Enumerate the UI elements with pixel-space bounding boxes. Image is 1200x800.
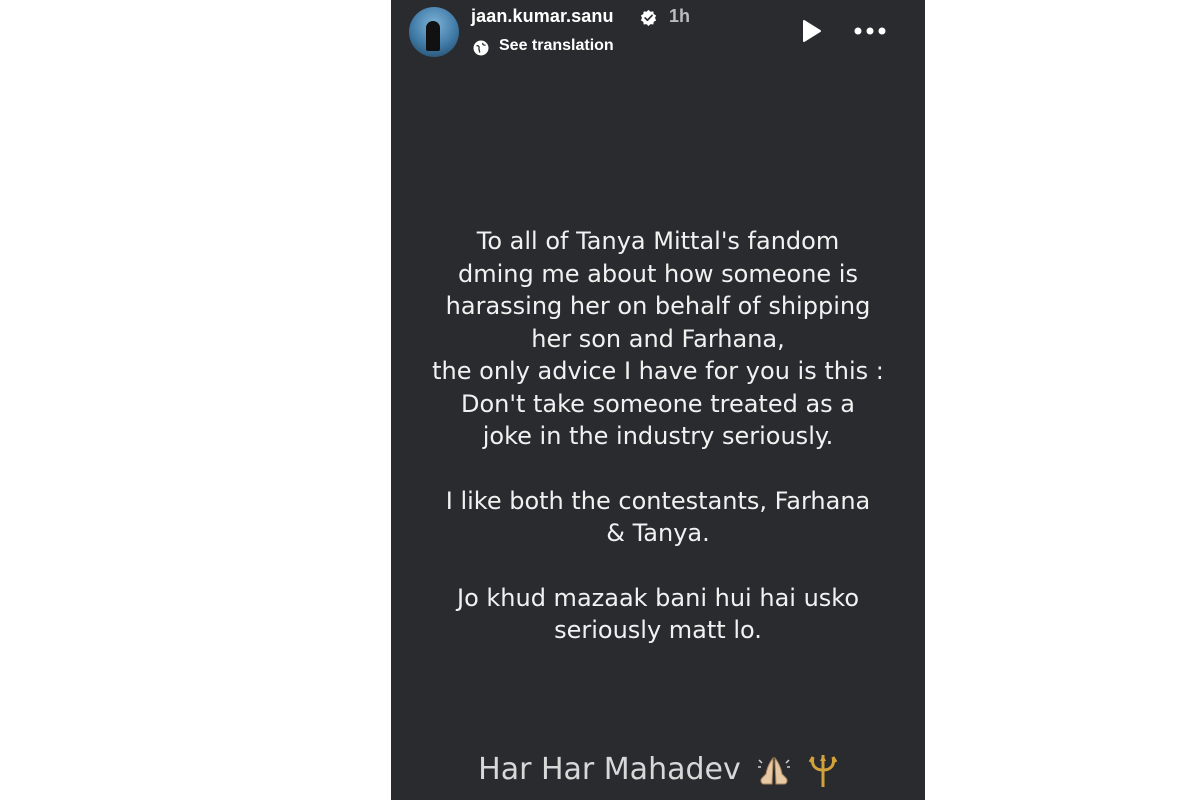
story-line: the only advice I have for you is this : xyxy=(432,357,884,385)
verified-badge-icon xyxy=(640,9,657,26)
story-line: Jo khud mazaak bani hui hai usko xyxy=(456,583,860,612)
story-line: & Tanya. xyxy=(606,519,710,547)
story-line: dming me about how someone is xyxy=(458,259,858,288)
story-paragraph: Jo khud mazaak bani hui hai usko serious… xyxy=(391,582,925,647)
profile-avatar[interactable] xyxy=(409,7,459,57)
story-line: To all of Tanya Mittal's fandom xyxy=(476,227,840,255)
post-time: 1h xyxy=(669,6,691,26)
story-header: jaan.kumar.sanu 1h See translation xyxy=(391,0,925,70)
story-paragraph: I like both the contestants, Farhana & T… xyxy=(391,485,925,550)
trident-icon xyxy=(808,754,838,787)
story-line: seriously matt lo. xyxy=(554,616,762,644)
story-viewer[interactable]: jaan.kumar.sanu 1h See translation To al… xyxy=(391,0,925,800)
avatar-figure xyxy=(426,21,440,51)
see-translation-label[interactable]: See translation xyxy=(499,37,614,55)
story-signoff: Har Har Mahadev xyxy=(391,752,925,789)
username[interactable]: jaan.kumar.sanu xyxy=(471,6,614,27)
play-icon[interactable] xyxy=(798,18,824,44)
story-line: her son and Farhana, xyxy=(531,324,785,353)
more-options-icon[interactable] xyxy=(850,19,890,43)
story-line: harassing her on behalf of shipping xyxy=(445,292,871,320)
story-line: Don't take someone treated as a xyxy=(461,389,855,418)
story-text: To all of Tanya Mittal's fandom dming me… xyxy=(391,225,925,647)
folded-hands-icon xyxy=(758,755,791,784)
signoff-text: Har Har Mahadev xyxy=(478,752,741,787)
story-paragraph: To all of Tanya Mittal's fandom dming me… xyxy=(391,225,925,453)
globe-icon xyxy=(473,40,489,56)
story-line: joke in the industry seriously. xyxy=(482,422,834,450)
story-line: I like both the contestants, Farhana xyxy=(445,486,871,515)
